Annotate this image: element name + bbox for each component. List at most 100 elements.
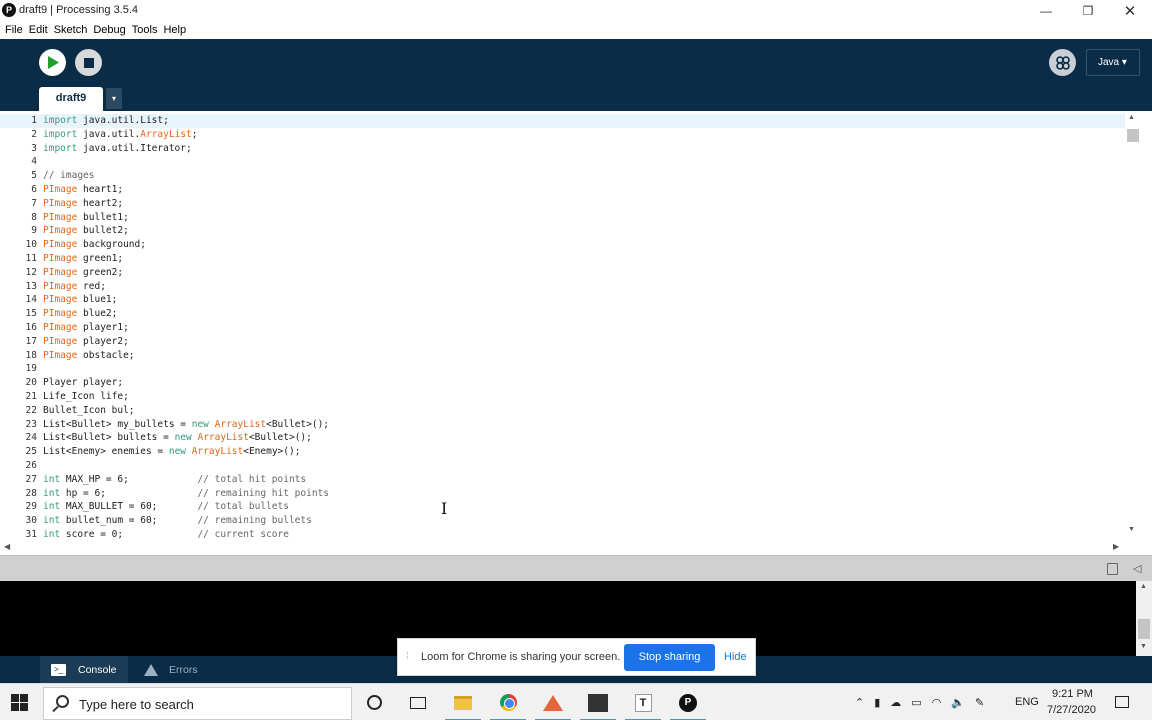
code-token: import [43, 142, 78, 154]
stop-sharing-button[interactable]: Stop sharing [624, 644, 715, 671]
code-line[interactable]: int bullet_num = 60; // remaining bullet… [43, 514, 1123, 528]
code-line[interactable]: int score = 0; // current score [43, 528, 1123, 541]
scroll-left-arrow-icon[interactable]: ◀ [4, 542, 10, 551]
cortana-icon[interactable] [352, 684, 396, 720]
tab-draft9[interactable]: draft9 [39, 87, 103, 111]
windows-start-icon[interactable] [11, 694, 28, 711]
code-token: PImage [43, 225, 78, 237]
scroll-up-arrow-icon[interactable]: ▲ [1128, 114, 1135, 121]
code-line[interactable]: import java.util.Iterator; [43, 142, 1123, 156]
editor-vertical-scrollbar[interactable]: ▲ ▼ [1125, 111, 1141, 541]
code-token: List<Bullet> my_bullets = [43, 418, 192, 430]
code-line[interactable]: PImage obstacle; [43, 349, 1123, 363]
scroll-down-arrow-icon[interactable]: ▼ [1140, 643, 1147, 650]
menu-edit[interactable]: Edit [26, 22, 51, 39]
battery-icon[interactable]: ▭ [911, 696, 921, 709]
code-line[interactable]: // images [43, 169, 1123, 183]
code-token: hp = 6; [60, 487, 198, 499]
menu-sketch[interactable]: Sketch [51, 22, 91, 39]
processing-icon[interactable]: P [666, 684, 710, 720]
code-line[interactable]: PImage player2; [43, 335, 1123, 349]
hide-button[interactable]: Hide [724, 651, 747, 663]
menu-file[interactable]: File [2, 22, 26, 39]
code-line[interactable]: PImage background; [43, 238, 1123, 252]
code-line[interactable]: PImage green2; [43, 266, 1123, 280]
line-number: 10 [25, 239, 37, 251]
code-line[interactable]: int MAX_BULLET = 60; // total bullets [43, 500, 1123, 514]
pen-icon[interactable]: ✎ [975, 696, 984, 709]
terminal-icon[interactable] [576, 684, 620, 720]
code-line[interactable]: int MAX_HP = 6; // total hit points [43, 473, 1123, 487]
copy-icon[interactable] [1107, 563, 1118, 575]
menu-tools[interactable]: Tools [129, 22, 161, 39]
line-number: 21 [25, 390, 37, 402]
matlab-icon[interactable] [531, 684, 575, 720]
code-line[interactable]: Bullet_Icon bul; [43, 404, 1123, 418]
taskbar-search-box[interactable]: Type here to search [43, 687, 352, 720]
code-line[interactable]: import java.util.ArrayList; [43, 128, 1123, 142]
maximize-button[interactable]: ❐ [1066, 0, 1110, 22]
chrome-icon[interactable] [486, 684, 530, 720]
code-line[interactable]: List<Bullet> my_bullets = new ArrayList<… [43, 418, 1123, 432]
close-button[interactable]: ✕ [1108, 0, 1152, 22]
typora-icon[interactable]: T [621, 684, 665, 720]
code-token: green1; [77, 252, 124, 264]
code-line[interactable]: PImage player1; [43, 321, 1123, 335]
scroll-right-arrow-icon[interactable]: ▶ [1113, 542, 1119, 551]
scroll-up-arrow-icon[interactable]: ▲ [1140, 583, 1147, 590]
code-token: // images [43, 170, 95, 182]
microphone-icon[interactable]: ▮ [874, 696, 880, 709]
wifi-icon[interactable]: ◠ [932, 696, 942, 709]
code-line[interactable]: PImage red; [43, 280, 1123, 294]
minimize-button[interactable]: — [1024, 0, 1068, 22]
tab-menu-button[interactable]: ▾ [106, 88, 122, 109]
code-line[interactable]: Player player; [43, 376, 1123, 390]
code-line[interactable]: PImage heart2; [43, 197, 1123, 211]
menu-debug[interactable]: Debug [90, 22, 128, 39]
code-token: import [43, 115, 78, 126]
clock-date[interactable]: 7/27/2020 [1047, 704, 1096, 716]
code-line[interactable]: PImage blue1; [43, 293, 1123, 307]
menu-help[interactable]: Help [160, 22, 189, 39]
stop-button[interactable] [75, 49, 102, 76]
onedrive-icon[interactable]: ☁ [890, 696, 901, 709]
collapse-console-icon[interactable]: ◁ [1133, 562, 1141, 575]
code-line[interactable]: List<Bullet> bullets = new ArrayList<Bul… [43, 431, 1123, 445]
clock-time[interactable]: 9:21 PM [1052, 688, 1093, 700]
code-token: int [43, 515, 61, 527]
code-line[interactable] [43, 362, 1123, 376]
mode-select[interactable]: Java ▾ [1086, 49, 1140, 76]
file-explorer-icon[interactable] [441, 684, 485, 720]
task-view-icon[interactable] [396, 684, 440, 720]
code-line[interactable]: import java.util.List; [43, 114, 1123, 128]
scroll-thumb[interactable] [1127, 129, 1139, 142]
scroll-thumb[interactable] [1138, 619, 1150, 639]
code-line[interactable]: PImage heart1; [43, 183, 1123, 197]
debug-button[interactable] [1049, 49, 1076, 76]
code-text[interactable]: import java.util.List; import java.util.A… [43, 114, 1123, 541]
code-editor[interactable]: 1 2 3 4 5 6 7 8 9 10 11 12 13 14 15 16 17 18 19 20 21 22 23 24 2… [0, 111, 1152, 541]
editor-horizontal-scrollbar[interactable]: ◀ ▶ [0, 541, 1125, 555]
code-line[interactable]: PImage blue2; [43, 307, 1123, 321]
run-button[interactable] [39, 49, 66, 76]
code-line[interactable]: PImage bullet2; [43, 224, 1123, 238]
line-number: 27 [25, 473, 37, 485]
language-indicator[interactable]: ENG [1015, 696, 1039, 708]
code-line[interactable]: List<Enemy> enemies = new ArrayList<Enem… [43, 445, 1123, 459]
play-icon [47, 56, 59, 69]
code-line[interactable]: int hp = 6; // remaining hit points [43, 487, 1123, 501]
drag-handle-icon[interactable]: ⁞ [406, 651, 409, 662]
show-hidden-icons-icon[interactable]: ⌃ [855, 696, 864, 709]
code-token: int [43, 528, 61, 540]
code-line[interactable]: PImage green1; [43, 252, 1123, 266]
console-scrollbar[interactable]: ▲ ▼ [1136, 581, 1152, 656]
tab-errors[interactable]: Errors [140, 656, 210, 683]
code-line[interactable] [43, 459, 1123, 473]
code-line[interactable] [43, 155, 1123, 169]
tab-console[interactable]: >_ Console [40, 656, 128, 683]
scroll-down-arrow-icon[interactable]: ▼ [1128, 526, 1135, 533]
code-line[interactable]: Life_Icon life; [43, 390, 1123, 404]
code-line[interactable]: PImage bullet1; [43, 211, 1123, 225]
notifications-icon[interactable] [1115, 696, 1129, 708]
volume-icon[interactable]: 🔈 [951, 696, 965, 709]
